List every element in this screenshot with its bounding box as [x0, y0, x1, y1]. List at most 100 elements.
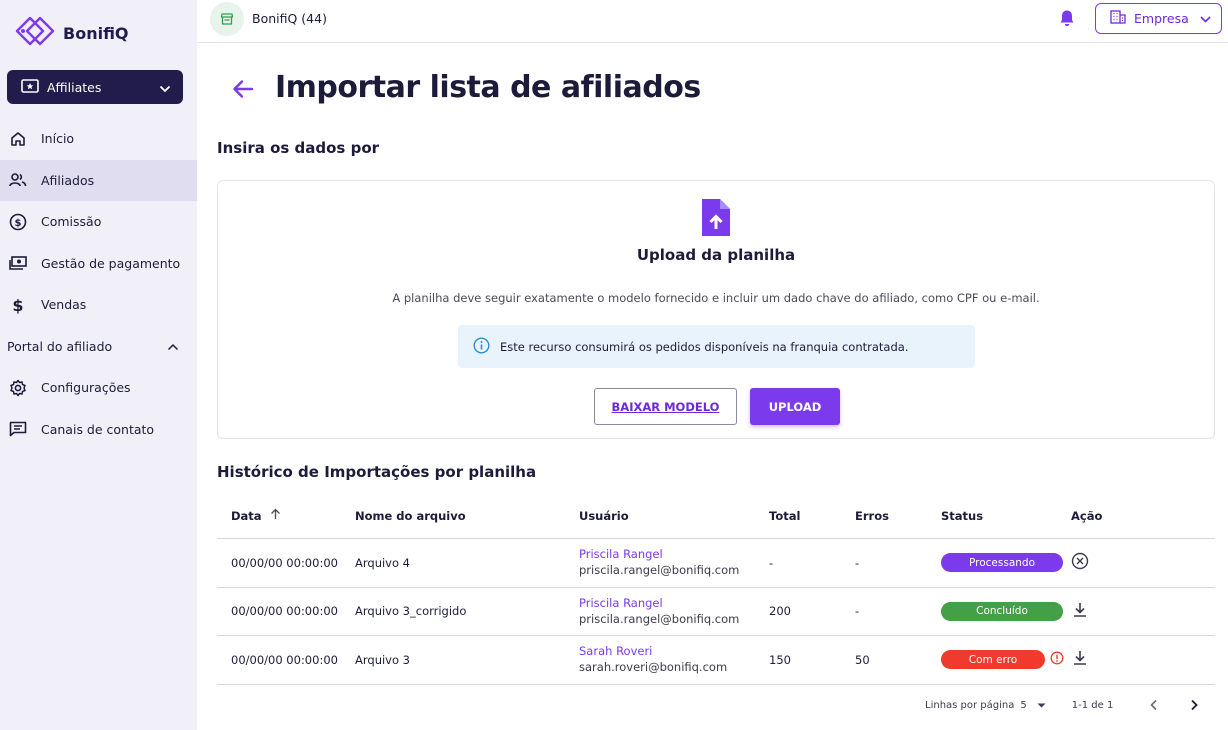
user-name: Priscila Rangel [579, 547, 663, 562]
chevron-up-icon [167, 339, 179, 354]
bonifiq-logo-icon [13, 13, 57, 53]
column-header-date[interactable]: Data [217, 508, 355, 523]
cell-date: 00/00/00 00:00:00 [231, 604, 338, 619]
cell-date: 00/00/00 00:00:00 [231, 555, 338, 570]
user-email: priscila.rangel@bonifiq.com [579, 563, 740, 578]
sidebar-item-label: Comissão [41, 214, 102, 230]
sidebar-item-vendas[interactable]: $ Vendas [0, 284, 197, 326]
info-alert-text: Este recurso consumirá os pedidos dispon… [500, 339, 909, 354]
cell-errors: - [855, 555, 860, 570]
cell-status: Processando [941, 553, 1071, 573]
company-selector-button[interactable]: Empresa [1095, 3, 1222, 34]
sidebar-item-afiliados[interactable]: Afiliados [0, 159, 197, 201]
sidebar-item-configuracoes[interactable]: Configurações [0, 367, 197, 409]
cell-total: 200 [769, 604, 791, 619]
download-template-button[interactable]: BAIXAR MODELO [594, 388, 737, 425]
user-name: Priscila Rangel [579, 595, 663, 610]
upload-button[interactable]: UPLOAD [750, 388, 840, 425]
sidebar-section-label: Portal do afiliado [7, 338, 113, 354]
cell-total: - [769, 555, 774, 570]
chat-icon [9, 420, 27, 438]
upload-card: Upload da planilha A planilha deve segui… [217, 180, 1215, 439]
download-icon[interactable] [1071, 601, 1089, 622]
gear-icon [9, 379, 27, 397]
logo-text: BonifiQ [63, 23, 129, 43]
module-selector[interactable]: Affiliates [7, 70, 183, 104]
cell-user: Sarah Roveri sarah.roveri@bonifiq.com [579, 643, 769, 676]
rows-per-page-select[interactable]: 5 [1020, 699, 1046, 711]
module-label: Affiliates [47, 79, 102, 95]
store-name[interactable]: BonifiQ (44) [252, 11, 327, 26]
column-header-action: Ação [1071, 508, 1103, 523]
upload-description: A planilha deve seguir exatamente o mode… [392, 291, 1040, 305]
back-arrow-icon[interactable] [231, 77, 255, 105]
cell-date: 00/00/00 00:00:00 [231, 652, 338, 667]
rows-per-page: Linhas por página 5 [925, 700, 1046, 711]
dollar-circle-icon: $ [9, 213, 27, 231]
rows-per-page-value: 5 [1020, 699, 1027, 711]
status-badge: Processando [941, 553, 1063, 573]
status-badge: Com erro [941, 650, 1045, 670]
building-icon [1110, 10, 1126, 27]
sidebar-nav: Início Afiliados $ Comissão Gestão de pa… [0, 118, 197, 450]
logo[interactable]: BonifiQ [13, 13, 129, 53]
cancel-icon[interactable] [1071, 552, 1089, 573]
payment-icon [9, 254, 27, 272]
sidebar-item-gestao-pagamento[interactable]: Gestão de pagamento [0, 243, 197, 285]
page-title: Importar lista de afiliados [275, 70, 701, 105]
sidebar-item-label: Canais de contato [41, 421, 155, 437]
cell-file-name: Arquivo 3 [355, 652, 410, 667]
info-icon [473, 336, 490, 357]
chevron-down-icon [159, 78, 171, 97]
info-alert: Este recurso consumirá os pedidos dispon… [458, 325, 975, 368]
upload-title: Upload da planilha [636, 246, 796, 264]
column-header-total: Total [769, 508, 801, 523]
sidebar-item-label: Vendas [41, 297, 87, 313]
pagination-range: 1-1 de 1 [1071, 699, 1114, 711]
topbar: BonifiQ (44) Empresa [197, 0, 1228, 43]
sidebar: BonifiQ Affiliates Início Afiliados $ Co… [0, 0, 197, 730]
column-header-label: Data [231, 508, 262, 523]
dollar-icon: $ [9, 296, 27, 314]
sidebar-item-label: Início [41, 131, 75, 147]
cell-action [1071, 649, 1131, 670]
store-icon [210, 2, 244, 36]
home-icon [9, 130, 27, 148]
column-header-file: Nome do arquivo [355, 508, 466, 523]
status-badge: Concluído [941, 601, 1063, 621]
cell-file-name: Arquivo 4 [355, 555, 410, 570]
sidebar-item-label: Afiliados [41, 172, 95, 188]
sidebar-item-label: Gestão de pagamento [41, 255, 181, 271]
svg-text:$: $ [15, 218, 22, 229]
column-header-status: Status [941, 508, 984, 523]
user-email: priscila.rangel@bonifiq.com [579, 611, 740, 626]
sidebar-item-comissao[interactable]: $ Comissão [0, 201, 197, 243]
user-email: sarah.roveri@bonifiq.com [579, 660, 728, 675]
company-label: Empresa [1134, 11, 1189, 26]
table-header: Data Nome do arquivo Usuário Total Erros… [217, 493, 1215, 539]
table-row: 00/00/00 00:00:00 Arquivo 3_corrigido Pr… [217, 588, 1215, 636]
svg-text:$: $ [12, 296, 23, 314]
previous-page-icon[interactable] [1149, 699, 1159, 711]
chevron-down-icon [1200, 11, 1211, 26]
sidebar-item-label: Configurações [41, 380, 131, 396]
cell-status: Com erro [941, 650, 1071, 670]
history-section-title: Histórico de Importações por planilha [217, 463, 537, 481]
import-history-table: Data Nome do arquivo Usuário Total Erros… [217, 493, 1215, 685]
pagination: Linhas por página 5 1-1 de 1 [925, 695, 1199, 715]
cell-errors: 50 [855, 652, 870, 667]
sidebar-section-portal[interactable]: Portal do afiliado [0, 326, 197, 368]
sidebar-item-inicio[interactable]: Início [0, 118, 197, 160]
input-section-title: Insira os dados por [217, 139, 380, 157]
download-icon[interactable] [1071, 649, 1089, 670]
table-row: 00/00/00 00:00:00 Arquivo 3 Sarah Roveri… [217, 636, 1215, 685]
cell-errors: - [855, 604, 860, 619]
error-info-icon[interactable] [1050, 651, 1064, 668]
file-upload-icon [699, 197, 733, 243]
sort-arrow-up-icon [270, 508, 281, 523]
next-page-icon[interactable] [1189, 699, 1199, 711]
sidebar-item-canais-contato[interactable]: Canais de contato [0, 409, 197, 451]
caret-down-icon [1037, 700, 1046, 711]
cell-file-name: Arquivo 3_corrigido [355, 604, 467, 619]
bell-icon[interactable] [1059, 9, 1075, 31]
